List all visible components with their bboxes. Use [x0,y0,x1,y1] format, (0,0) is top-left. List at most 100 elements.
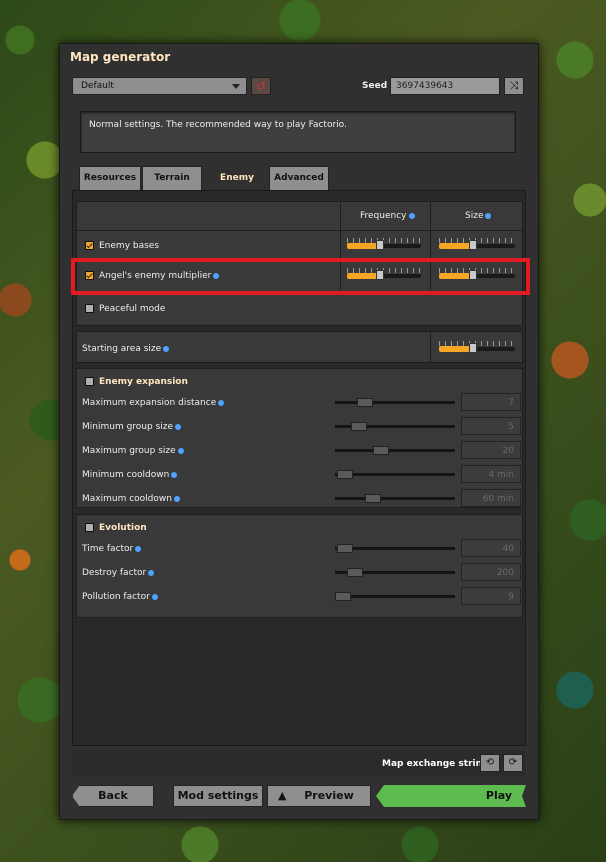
enemy-bases-frequency-slider[interactable] [347,238,421,250]
seed-label: Seed [362,81,388,91]
expansion-row-2: Maximum group size [82,446,184,456]
max-expansion-distance-slider[interactable] [335,398,455,407]
max-group-size-value[interactable]: 20 [461,441,521,459]
size-header: Size [465,211,492,221]
evolution-row-1: Destroy factor [82,568,155,578]
starting-area-label: Starting area size [82,344,162,354]
evolution-panel: Evolution Time factor 40 Destroy factor … [76,514,523,618]
min-group-size-value[interactable]: 5 [461,417,521,435]
export-icon: ⟳ [508,757,518,768]
play-button[interactable]: Play [376,785,526,807]
min-cooldown-slider[interactable] [335,470,455,479]
evolution-title: Evolution [99,523,147,533]
preset-dropdown[interactable]: Default [72,77,247,95]
slider-handle[interactable] [469,240,477,250]
enemy-expansion-panel: Enemy expansion Maximum expansion distan… [76,368,523,508]
max-group-size-slider[interactable] [335,446,455,455]
frequency-header: Frequency [360,211,415,221]
time-factor-slider[interactable] [335,544,455,553]
starting-area-size-slider[interactable] [439,341,515,353]
back-button[interactable]: Back [72,785,154,807]
expansion-row-3: Minimum cooldown [82,470,178,480]
enemy-expansion-checkbox[interactable] [85,377,94,386]
expansion-label: Maximum cooldown [82,494,172,504]
peaceful-mode-label: Peaceful mode [99,304,166,314]
min-cooldown-value[interactable]: 4 min [461,465,521,483]
slider-handle[interactable] [357,398,373,407]
slider-handle[interactable] [373,446,389,455]
expansion-row-4: Maximum cooldown [82,494,180,504]
seed-input[interactable]: 3697439643 [390,77,500,95]
slider-handle[interactable] [337,544,353,553]
info-icon[interactable] [177,447,184,454]
warning-icon: ▲ [278,789,287,802]
evolution-label: Time factor [82,544,134,554]
tab-advanced[interactable]: Advanced [269,166,329,190]
frequency-header-label: Frequency [360,211,407,221]
slider-handle[interactable] [335,592,351,601]
export-string-button[interactable]: ⟳ [503,754,523,772]
evolution-label: Pollution factor [82,592,150,602]
expansion-label: Minimum group size [82,422,174,432]
peaceful-mode-checkbox[interactable] [85,304,94,313]
expansion-row-0: Maximum expansion distance [82,398,225,408]
mod-settings-button[interactable]: Mod settings [173,785,263,807]
info-icon[interactable] [218,399,225,406]
pollution-factor-value[interactable]: 9 [461,587,521,605]
pollution-factor-slider[interactable] [335,592,455,601]
evolution-checkbox[interactable] [85,523,94,532]
expansion-label: Maximum expansion distance [82,398,217,408]
max-expansion-distance-value[interactable]: 7 [461,393,521,411]
enemy-bases-size-slider[interactable] [439,238,515,250]
destroy-factor-value[interactable]: 200 [461,563,521,581]
info-icon[interactable] [163,345,170,352]
info-icon[interactable] [485,212,492,219]
enemy-bases-label: Enemy bases [99,241,160,251]
reset-icon: ↺ [255,79,267,93]
slider-handle[interactable] [337,470,353,479]
shuffle-icon: ⤨ [509,79,519,92]
max-cooldown-slider[interactable] [335,494,455,503]
slider-handle[interactable] [469,343,477,353]
preview-label: Preview [304,789,354,802]
starting-area-panel: Starting area size [76,331,523,363]
max-cooldown-value[interactable]: 60 min [461,489,521,507]
evolution-row-0: Time factor [82,544,142,554]
map-exchange-label: Map exchange string [382,759,489,769]
tab-resources[interactable]: Resources [79,166,141,190]
info-icon[interactable] [135,545,142,552]
info-icon[interactable] [175,423,182,430]
info-icon[interactable] [173,495,180,502]
slider-handle[interactable] [347,568,363,577]
expansion-row-1: Minimum group size [82,422,182,432]
import-icon: ⟲ [485,757,495,768]
window-title: Map generator [70,50,171,64]
preset-selected: Default [81,81,114,91]
tab-enemy[interactable]: Enemy [206,166,268,190]
enemy-bases-checkbox[interactable] [85,241,94,250]
import-string-button[interactable]: ⟲ [480,754,500,772]
chevron-down-icon [232,84,240,89]
randomize-seed-button[interactable]: ⤨ [504,77,524,95]
min-group-size-slider[interactable] [335,422,455,431]
map-exchange-bar: Map exchange string ⟲ ⟳ [72,750,526,776]
info-icon[interactable] [148,569,155,576]
destroy-factor-slider[interactable] [335,568,455,577]
highlight-box [71,258,530,295]
expansion-label: Minimum cooldown [82,470,170,480]
starting-area-row: Starting area size [82,344,170,354]
slider-handle[interactable] [365,494,381,503]
evolution-row-2: Pollution factor [82,592,158,602]
info-icon[interactable] [408,212,415,219]
expansion-label: Maximum group size [82,446,176,456]
reset-preset-button[interactable]: ↺ [251,77,271,95]
info-icon[interactable] [151,593,158,600]
preview-button[interactable]: ▲ Preview [267,785,371,807]
size-header-label: Size [465,211,484,221]
info-icon[interactable] [171,471,178,478]
slider-handle[interactable] [351,422,367,431]
time-factor-value[interactable]: 40 [461,539,521,557]
slider-handle[interactable] [376,240,384,250]
evolution-label: Destroy factor [82,568,147,578]
tab-terrain[interactable]: Terrain [142,166,202,190]
